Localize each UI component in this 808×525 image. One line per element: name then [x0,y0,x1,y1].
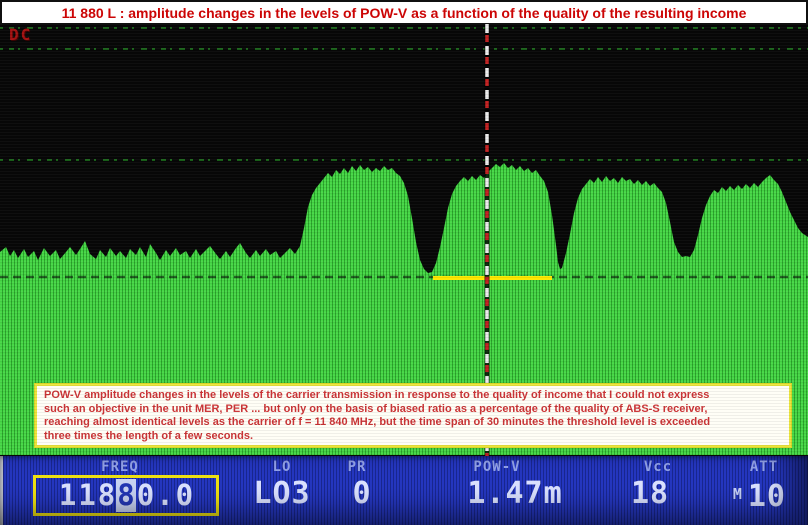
freq-label: FREQ [60,459,180,475]
page-title: 11 880 L : amplitude changes in the leve… [62,5,747,21]
att-number: 10 [748,479,786,514]
freq-digit: 1 [58,479,77,512]
meter-screen: 11 880 L : amplitude changes in the leve… [0,0,808,525]
vcc-label: Vcc [612,459,704,475]
att-value: M 10 [700,477,794,514]
freq-digit: 0 [175,479,194,512]
dc-indicator: DC [9,25,32,44]
status-bar: FREQ LO PR POW-V Vcc ATT 11880.0 LO3 0 1… [0,456,808,525]
spectrum-display: DC POW-V amplitude changes in the levels… [0,24,808,456]
lo-value: LO3 [238,477,326,511]
title-bar: 11 880 L : amplitude changes in the leve… [0,0,808,25]
annotation-line: such an objective in the unit MER, PER .… [44,403,782,417]
freq-digit: 8 [97,479,116,512]
att-mode-prefix: M [733,485,743,503]
freq-digit: . [155,479,174,512]
freq-digit-cursor: 8 [116,479,135,512]
att-label: ATT [722,459,806,475]
lo-label: LO [238,459,326,475]
powv-label: POW-V [440,459,554,475]
vcc-value: 18 [604,477,696,511]
pr-value: 0 [330,477,394,511]
pr-label: PR [320,459,394,475]
annotation-line: reaching almost identical levels as the … [44,416,782,430]
annotation-line: three times the length of a few seconds. [44,430,782,444]
freq-digit: 1 [77,479,96,512]
freq-value-field[interactable]: 11880.0 [33,475,219,516]
powv-value: 1.47m [440,477,590,511]
freq-digit: 0 [136,479,155,512]
status-bar-left-edge [0,456,3,525]
annotation-box: POW-V amplitude changes in the levels of… [35,384,791,447]
annotation-line: POW-V amplitude changes in the levels of… [44,389,782,403]
